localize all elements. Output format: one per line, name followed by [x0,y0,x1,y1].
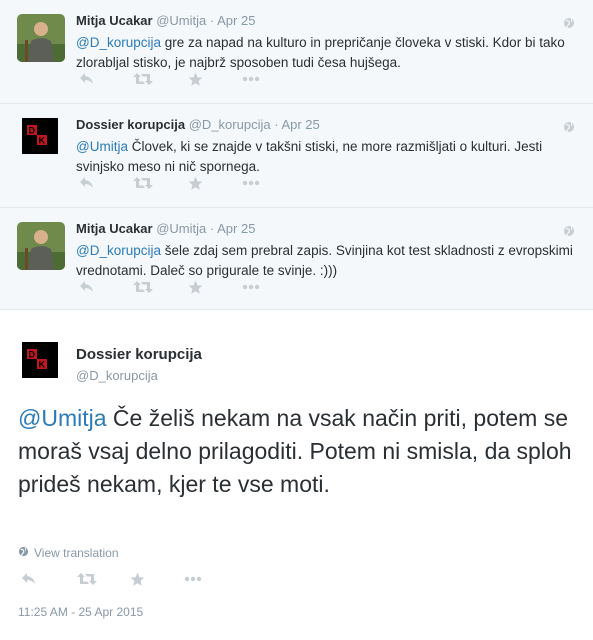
mention-link[interactable]: @Umitja [76,139,128,154]
star-icon[interactable] [184,70,206,88]
tweet-text: @Umitja Če želiš nekam na vsak način pri… [18,402,588,501]
tweet-text: @Umitja Človek, ki se znajde v takšni st… [76,137,576,177]
svg-text:K: K [39,136,46,146]
author-name[interactable]: Mitja Ucakar [76,13,153,28]
author-handle[interactable]: @Umitja [156,221,206,236]
mention-link[interactable]: @Umitja [18,405,107,431]
avatar[interactable] [17,14,65,62]
mention-link[interactable]: @D_korupcija [76,243,161,258]
separator: · [209,13,215,28]
star-icon[interactable] [184,174,206,192]
tweet-text: @D_korupcija šele zdaj sem prebral zapis… [76,241,576,281]
tweet-header: Mitja Ucakar @Umitja · Apr 25 [76,221,255,236]
tweet-date[interactable]: Apr 25 [217,221,255,236]
mention-link[interactable]: @D_korupcija [76,35,161,50]
view-translation-link[interactable]: View translation [18,546,119,560]
author-handle[interactable]: @Umitja [156,13,206,28]
tweet-body: Človek, ki se znajde v takšni stiski, ne… [76,139,543,174]
svg-text:D: D [29,350,36,360]
tweet-header: Mitja Ucakar @Umitja · Apr 25 [76,13,255,28]
tweet-text: @D_korupcija gre za napad na kulturo in … [76,33,576,73]
separator: · [209,221,215,236]
more-icon[interactable] [240,278,262,296]
reply-icon[interactable] [76,174,98,192]
star-icon[interactable] [126,570,148,588]
tweet-date[interactable]: Apr 25 [217,13,255,28]
reply-tweet[interactable]: Mitja Ucakar @Umitja · Apr 25 @D_korupci… [0,208,593,310]
more-icon[interactable] [240,70,262,88]
author-name[interactable]: Dossier korupcija [76,346,202,363]
tweet-timestamp[interactable]: 11:25 AM - 25 Apr 2015 [18,605,143,619]
reply-tweet[interactable]: D K Dossier korupcija @D_korupcija · Apr… [0,104,593,208]
more-icon[interactable] [240,174,262,192]
avatar[interactable]: D K [22,342,58,378]
globe-icon [563,16,575,34]
reply-icon[interactable] [76,278,98,296]
main-tweet: D K Dossier korupcija @D_korupcija @Umit… [0,310,593,640]
tweet-header: Dossier korupcija @D_korupcija · Apr 25 [76,117,320,132]
globe-icon [563,224,575,242]
author-name[interactable]: Dossier korupcija [76,117,185,132]
reply-tweet[interactable]: Mitja Ucakar @Umitja · Apr 25 @D_korupci… [0,0,593,104]
separator: · [274,117,279,132]
author-handle[interactable]: @D_korupcija [189,117,271,132]
view-translation-label: View translation [34,546,119,560]
retweet-icon[interactable] [132,174,154,192]
avatar[interactable]: D K [22,118,58,154]
author-handle[interactable]: @D_korupcija [76,368,158,383]
svg-text:K: K [39,360,46,370]
star-icon[interactable] [184,278,206,296]
svg-text:D: D [29,126,36,136]
reply-icon[interactable] [76,70,98,88]
reply-icon[interactable] [18,570,40,588]
author-name[interactable]: Mitja Ucakar [76,221,153,236]
more-icon[interactable] [182,570,204,588]
globe-icon [563,120,575,138]
retweet-icon[interactable] [132,278,154,296]
retweet-icon[interactable] [132,70,154,88]
globe-icon [18,546,29,560]
tweet-date[interactable]: Apr 25 [281,117,319,132]
retweet-icon[interactable] [76,570,98,588]
avatar[interactable] [17,222,65,270]
